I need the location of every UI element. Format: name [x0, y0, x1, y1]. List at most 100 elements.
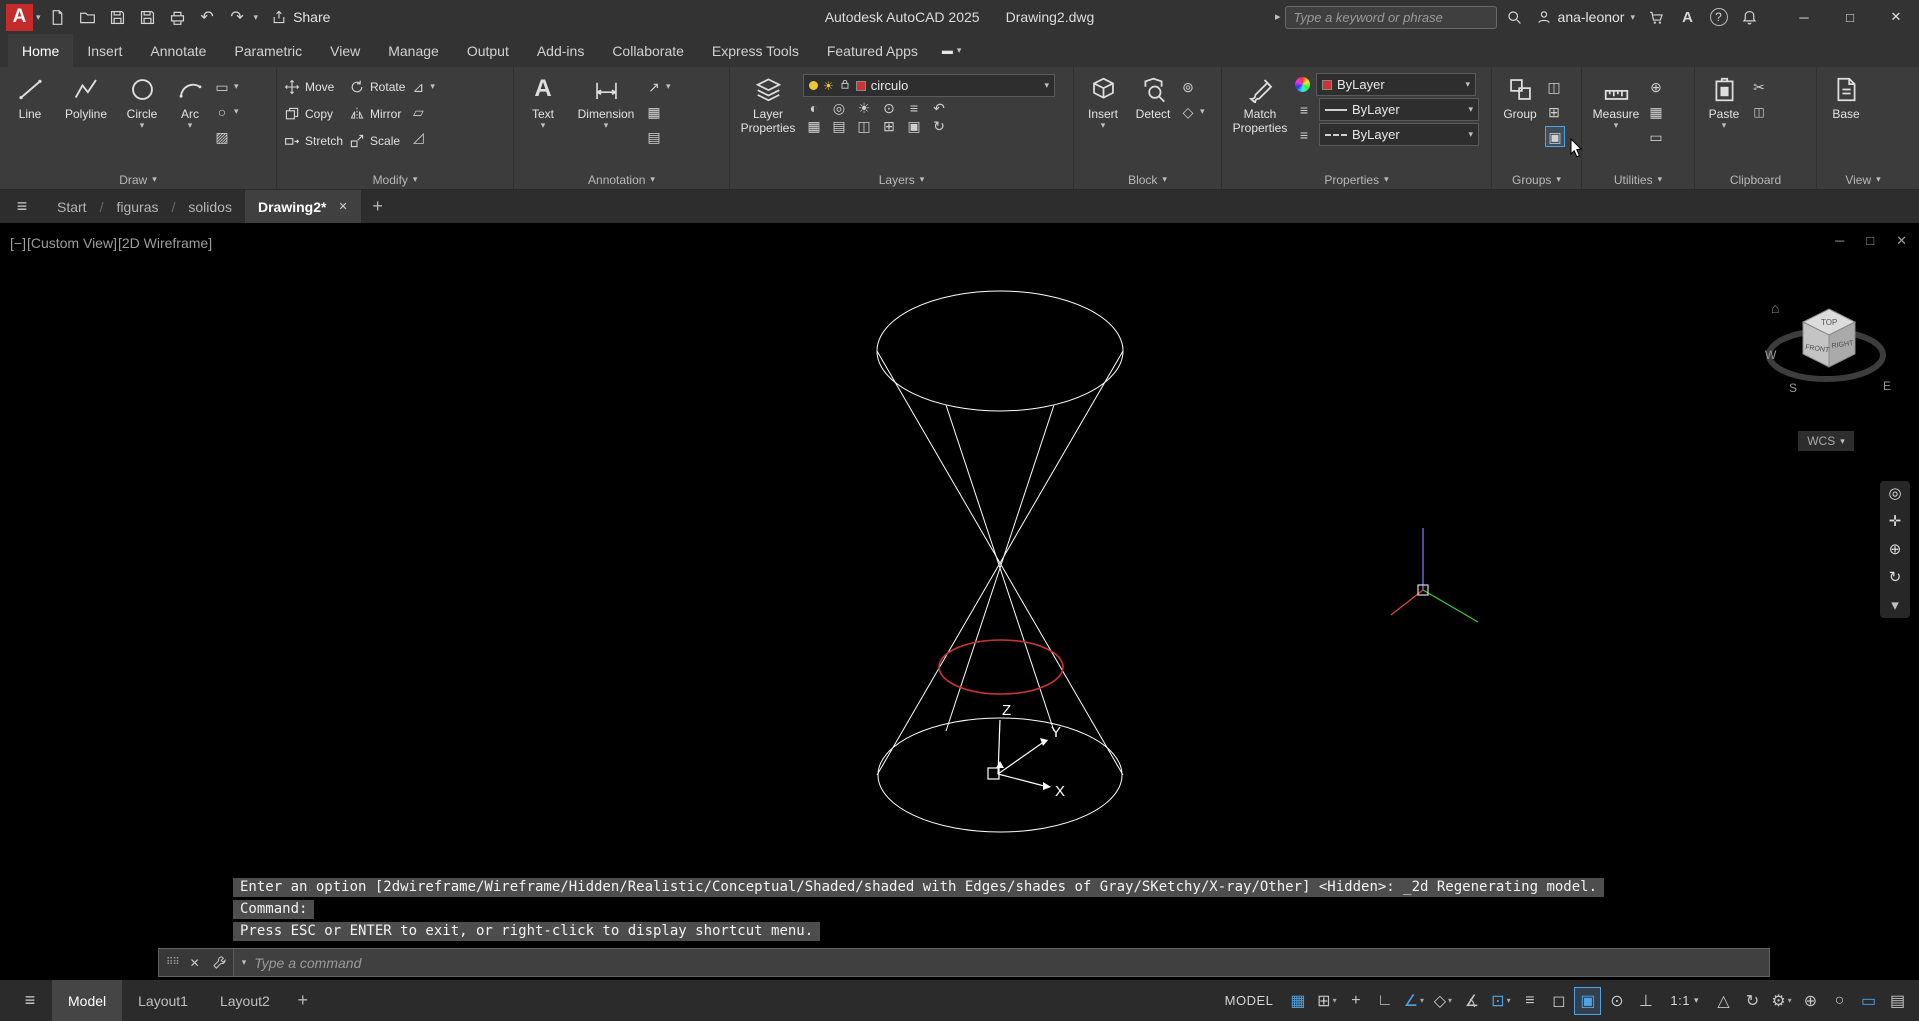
rectangle-button[interactable]: ▭▾ — [213, 76, 239, 97]
trim-button[interactable]: ⊿▾ — [409, 76, 435, 97]
insert-button[interactable]: Insert ▾ — [1079, 70, 1127, 170]
ribbon-tab-home[interactable]: Home — [8, 34, 73, 67]
open-file-button[interactable] — [74, 3, 101, 31]
ribbon-tab-annotate[interactable]: Annotate — [136, 34, 220, 67]
autodesk-access-button[interactable]: A — [1674, 3, 1701, 31]
stretch-button[interactable]: Stretch — [282, 128, 345, 153]
file-tabs-menu-icon[interactable]: ≡ — [0, 190, 44, 223]
zoom-icon[interactable]: ⊕ — [1889, 542, 1902, 557]
panel-footer-draw[interactable]: Draw▾ — [0, 170, 276, 189]
panel-footer-utilities[interactable]: Utilities▾ — [1582, 170, 1694, 189]
polar-tracking-toggle[interactable]: ∠▾ — [1400, 987, 1427, 1015]
command-customize-button[interactable] — [206, 955, 233, 970]
command-recent-chevron-icon[interactable]: ▾ — [242, 958, 247, 967]
command-drag-handle[interactable]: ⠿⠿ — [159, 957, 184, 968]
app-menu-chevron-icon[interactable]: ▾ — [36, 13, 41, 22]
ortho-toggle[interactable]: ∟ — [1371, 987, 1398, 1015]
command-close-icon[interactable]: ✕ — [184, 956, 206, 970]
tab-start[interactable]: Start — [44, 190, 100, 223]
grid-toggle[interactable]: ▦ — [1284, 987, 1311, 1015]
3d-object-snap-toggle[interactable]: ⊙ — [1603, 987, 1630, 1015]
lineweight-dropdown[interactable]: ByLayer ▾ — [1319, 98, 1479, 121]
layer-previous-button[interactable]: ↶ — [930, 101, 948, 115]
snap-toggle[interactable]: ⊞▾ — [1313, 987, 1340, 1015]
dynamic-ucs-toggle[interactable]: ⊥ — [1632, 987, 1659, 1015]
model-space-viewport[interactable]: [−] [Custom View] [2D Wireframe] ─ □ ✕ — [0, 223, 1919, 980]
annotation-visibility-toggle[interactable]: △ — [1710, 987, 1737, 1015]
base-button[interactable]: Base — [1822, 70, 1870, 170]
doc-minimize-icon[interactable]: ─ — [1835, 233, 1844, 249]
object-color-dropdown[interactable]: ByLayer ▾ — [1316, 73, 1476, 96]
ungroup-button[interactable]: ◫ — [1545, 76, 1565, 97]
detect-button[interactable]: Detect — [1129, 70, 1177, 170]
status-menu-icon[interactable]: ≡ — [8, 980, 52, 1021]
panel-footer-properties[interactable]: Properties▾ — [1222, 170, 1491, 189]
clean-screen-toggle[interactable]: ▤ — [1884, 987, 1911, 1015]
close-button[interactable]: ✕ — [1873, 0, 1919, 34]
quick-select-button[interactable]: ▭ — [1647, 126, 1665, 147]
save-button[interactable] — [104, 3, 131, 31]
copy-clip-button[interactable]: ◫ — [1750, 101, 1768, 122]
search-collapse-icon[interactable]: ▸ — [1275, 12, 1281, 23]
viewport-view-control[interactable]: [Custom View] — [27, 235, 117, 251]
fillet-button[interactable]: ▱ — [409, 101, 435, 122]
selected-red-ellipse[interactable] — [939, 640, 1063, 694]
workspace-switching-button[interactable]: ⚙▾ — [1768, 987, 1795, 1015]
ribbon-tab-featured-apps[interactable]: Featured Apps — [813, 34, 932, 67]
layer-restore-button[interactable]: ↻ — [930, 119, 948, 133]
panel-footer-layers[interactable]: Layers▾ — [730, 170, 1073, 189]
ribbon-display-toggle[interactable]: ▬ ▾ — [932, 34, 972, 67]
ellipse-button[interactable]: ○▾ — [213, 101, 239, 122]
copy-button[interactable]: Copy — [282, 101, 345, 126]
panel-footer-clipboard[interactable]: Clipboard — [1695, 170, 1816, 189]
panel-footer-view[interactable]: View▾ — [1817, 170, 1909, 189]
block-attributes-button[interactable]: ◇▾ — [1179, 101, 1205, 122]
autoscale-toggle[interactable]: ↻ — [1739, 987, 1766, 1015]
navbar-more-icon[interactable]: ▾ — [1891, 598, 1899, 613]
layer-unisolate-button[interactable]: ▣ — [905, 119, 923, 133]
layer-match-button[interactable]: ≡ — [905, 101, 923, 115]
isometric-drafting-toggle[interactable]: ◇▾ — [1429, 987, 1456, 1015]
rotate-button[interactable]: Rotate — [347, 74, 407, 99]
ribbon-tab-express-tools[interactable]: Express Tools — [698, 34, 813, 67]
explode-button[interactable]: ◿ — [409, 126, 435, 147]
store-button[interactable] — [1643, 3, 1670, 31]
redo-button[interactable]: ↷ — [224, 3, 251, 31]
ribbon-tab-addins[interactable]: Add-ins — [523, 34, 598, 67]
viewport-collapse-control[interactable]: [−] — [10, 235, 26, 251]
viewcube[interactable]: ⌂ W S E TOP FRONT RIGHT — [1745, 293, 1915, 413]
ribbon-tab-parametric[interactable]: Parametric — [220, 34, 316, 67]
line-button[interactable]: Line — [5, 70, 55, 170]
tab-figuras[interactable]: figuras — [103, 190, 171, 223]
maximize-button[interactable]: □ — [1827, 0, 1873, 34]
transparency-toggle[interactable]: ◻ — [1545, 987, 1572, 1015]
undo-button[interactable]: ↶ — [194, 3, 221, 31]
block-edit-button[interactable]: ⊚ — [1179, 76, 1205, 97]
panel-footer-modify[interactable]: Modify▾ — [277, 170, 513, 189]
minimize-button[interactable]: ─ — [1781, 0, 1827, 34]
group-button[interactable]: Group — [1497, 70, 1543, 170]
layer-state-button[interactable]: ▦ — [805, 119, 823, 133]
isolate-objects-button[interactable]: ○ — [1826, 987, 1853, 1015]
layer-delete-button[interactable]: ⊞ — [880, 119, 898, 133]
match-properties-button[interactable]: Match Properties — [1227, 70, 1293, 170]
cut-button[interactable]: ✂ — [1750, 76, 1768, 97]
lineweight-toggle[interactable]: ≡ — [1516, 987, 1543, 1015]
layer-off-button[interactable]: ◐ — [805, 101, 823, 115]
group-selection-toggle[interactable]: ▣ — [1545, 126, 1565, 147]
scale-button[interactable]: Scale — [347, 128, 407, 153]
graphics-performance-toggle[interactable]: ▭ — [1855, 987, 1882, 1015]
layer-lock-button[interactable]: ⊙ — [880, 101, 898, 115]
layer-properties-button[interactable]: Layer Properties — [735, 70, 801, 170]
doc-close-icon[interactable]: ✕ — [1896, 233, 1907, 249]
viewport-visual-style-control[interactable]: [2D Wireframe] — [118, 235, 212, 251]
panel-footer-block[interactable]: Block▾ — [1074, 170, 1221, 189]
steering-wheel-icon[interactable]: ◎ — [1888, 486, 1901, 501]
hatch-button[interactable]: ▨ — [213, 126, 239, 147]
id-point-button[interactable]: ⊕ — [1647, 76, 1665, 97]
leader-button[interactable]: ↗▾ — [645, 76, 671, 97]
move-button[interactable]: Move — [282, 74, 345, 99]
measure-button[interactable]: Measure ▾ — [1587, 70, 1645, 170]
ribbon-tab-output[interactable]: Output — [453, 34, 523, 67]
layout-tab-layout1[interactable]: Layout1 — [122, 980, 204, 1021]
